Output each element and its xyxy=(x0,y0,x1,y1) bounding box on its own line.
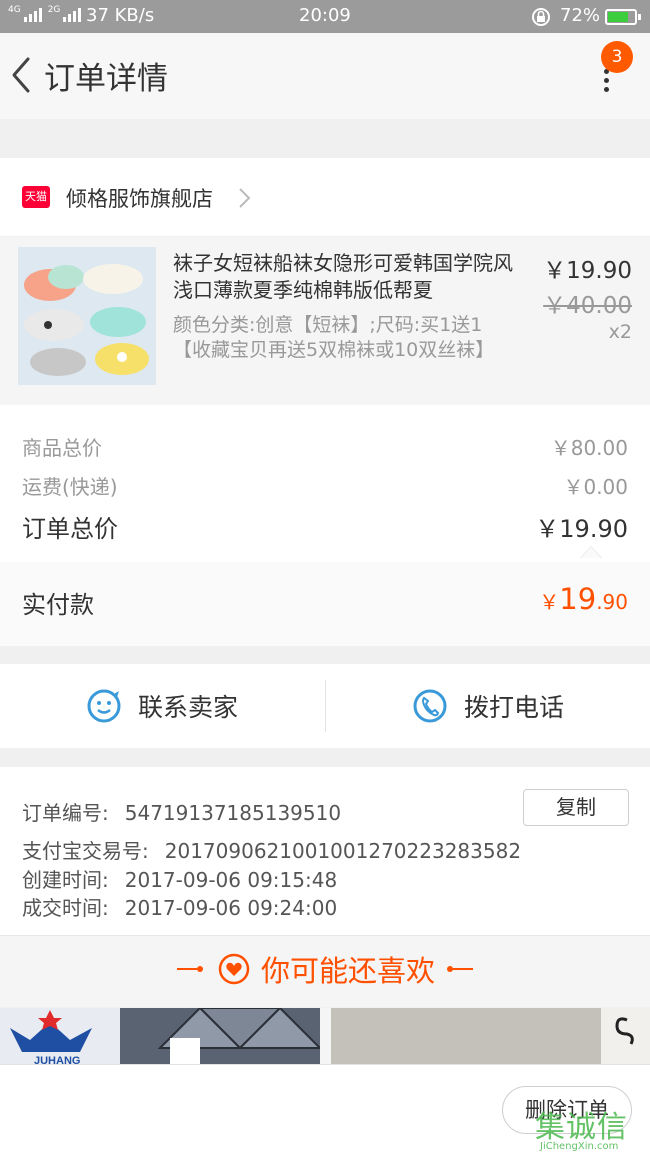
shipping-label: 运费(快递) xyxy=(22,475,118,499)
contact-seller-button[interactable]: 联系卖家 xyxy=(86,664,238,748)
watermark-url: JiChengXin.com xyxy=(540,1141,619,1152)
heart-icon xyxy=(218,953,250,985)
paid-amount: ￥19.90 xyxy=(539,582,628,616)
order-number: 54719137185139510 xyxy=(124,801,342,825)
product-original-price: ￥40.00 xyxy=(543,293,632,319)
deal-time-row: 成交时间: 2017-09-06 09:24:00 xyxy=(22,892,337,921)
copy-button[interactable]: 复制 xyxy=(523,789,629,826)
created-time-label: 创建时间: xyxy=(22,868,109,892)
product-price: ￥19.90 xyxy=(543,258,632,284)
network-type-2: 2G xyxy=(47,5,61,15)
recommend-title: 你可能还喜欢 xyxy=(260,954,435,988)
call-phone-button[interactable]: 拨打电话 xyxy=(412,664,564,748)
call-phone-label: 拨打电话 xyxy=(464,693,565,722)
recommend-product-1[interactable]: JUHANG xyxy=(0,1008,320,1064)
more-menu-icon[interactable] xyxy=(596,69,616,95)
back-icon[interactable] xyxy=(6,55,36,95)
paid-currency: ￥ xyxy=(539,590,560,614)
decor-line-left xyxy=(176,966,203,972)
paid-decimal: .90 xyxy=(596,590,628,614)
store-row[interactable]: 天猫 倾格服饰旗舰店 xyxy=(0,158,650,236)
status-bar: 4G 2G 37 KB/s 20:09 72% xyxy=(0,0,650,33)
app-header: 订单详情 3 xyxy=(0,33,650,119)
rotation-lock-icon xyxy=(532,8,550,26)
deal-time: 2017-09-06 09:24:00 xyxy=(124,896,338,920)
shipping-value: ￥0.00 xyxy=(563,475,628,499)
network-type: 4G xyxy=(8,5,21,15)
goods-total-label: 商品总价 xyxy=(22,436,102,460)
notification-badge: 3 xyxy=(601,41,633,73)
chat-face-icon xyxy=(87,689,121,723)
price-summary: 商品总价 ￥80.00 运费(快递) ￥0.00 订单总价 ￥19.90 xyxy=(0,405,650,562)
created-time-row: 创建时间: 2017-09-06 09:15:48 xyxy=(22,864,337,893)
store-name[interactable]: 倾格服饰旗舰店 xyxy=(66,183,213,213)
recommend-header: 你可能还喜欢 xyxy=(0,935,650,1007)
contact-bar: 联系卖家 拨打电话 xyxy=(0,664,650,748)
order-item[interactable]: 袜子女短袜船袜女隐形可爱韩国学院风浅口薄款夏季纯棉韩版低帮夏 颜色分类:创意【短… xyxy=(0,237,650,405)
contact-seller-label: 联系卖家 xyxy=(138,693,239,722)
shipping-row: 运费(快递) ￥0.00 xyxy=(22,471,628,500)
alipay-number: 2017090621001001270223283582 xyxy=(164,839,522,863)
network-speed: 37 KB/s xyxy=(86,5,155,26)
recommend-product-2[interactable] xyxy=(331,1008,650,1064)
clock: 20:09 xyxy=(299,5,351,26)
order-number-label: 订单编号: xyxy=(22,801,109,825)
divider xyxy=(325,680,326,732)
product-thumbnail xyxy=(18,247,156,385)
alipay-number-row: 支付宝交易号: 2017090621001001270223283582 xyxy=(22,835,521,864)
order-total-label: 订单总价 xyxy=(22,515,118,543)
paid-row: 实付款 ￥19.90 xyxy=(0,562,650,646)
created-time: 2017-09-06 09:15:48 xyxy=(124,868,338,892)
site-watermark: 集诚信 JiChengXin.com xyxy=(535,1100,650,1155)
product-image xyxy=(331,1008,650,1064)
brand-text: JUHANG xyxy=(34,1055,80,1064)
signal-icon: 4G 2G xyxy=(8,5,82,22)
watermark-logo: 集诚信 xyxy=(535,1110,628,1145)
product-title[interactable]: 袜子女短袜船袜女隐形可爱韩国学院风浅口薄款夏季纯棉韩版低帮夏 xyxy=(173,250,531,304)
page-title: 订单详情 xyxy=(44,61,168,97)
product-quantity: x2 xyxy=(608,321,632,343)
goods-total-row: 商品总价 ￥80.00 xyxy=(22,432,628,461)
decor-line-right xyxy=(447,966,473,972)
order-total-value: ￥19.90 xyxy=(535,515,628,543)
product-image: JUHANG xyxy=(0,1008,320,1064)
order-number-row: 订单编号: 54719137185139510 xyxy=(22,797,341,826)
battery-icon xyxy=(605,9,641,25)
caret-up-icon xyxy=(580,546,602,558)
recommend-products: JUHANG xyxy=(0,1008,650,1064)
paid-label: 实付款 xyxy=(22,591,94,619)
product-spec: 颜色分类:创意【短袜】;尺码:买1送1【收藏宝贝再送5双棉袜或10双丝袜】 xyxy=(173,314,495,361)
goods-total-value: ￥80.00 xyxy=(550,436,628,460)
phone-icon xyxy=(413,689,447,723)
alipay-number-label: 支付宝交易号: xyxy=(22,839,149,863)
deal-time-label: 成交时间: xyxy=(22,896,109,920)
order-info: 订单编号: 54719137185139510 复制 支付宝交易号: 2017090… xyxy=(0,767,650,935)
battery-percent: 72% xyxy=(560,5,601,26)
tmall-badge-icon: 天猫 xyxy=(22,186,50,208)
order-total-row: 订单总价 ￥19.90 xyxy=(22,509,628,544)
chevron-right-icon xyxy=(239,188,251,208)
paid-integer: 19 xyxy=(559,582,597,616)
